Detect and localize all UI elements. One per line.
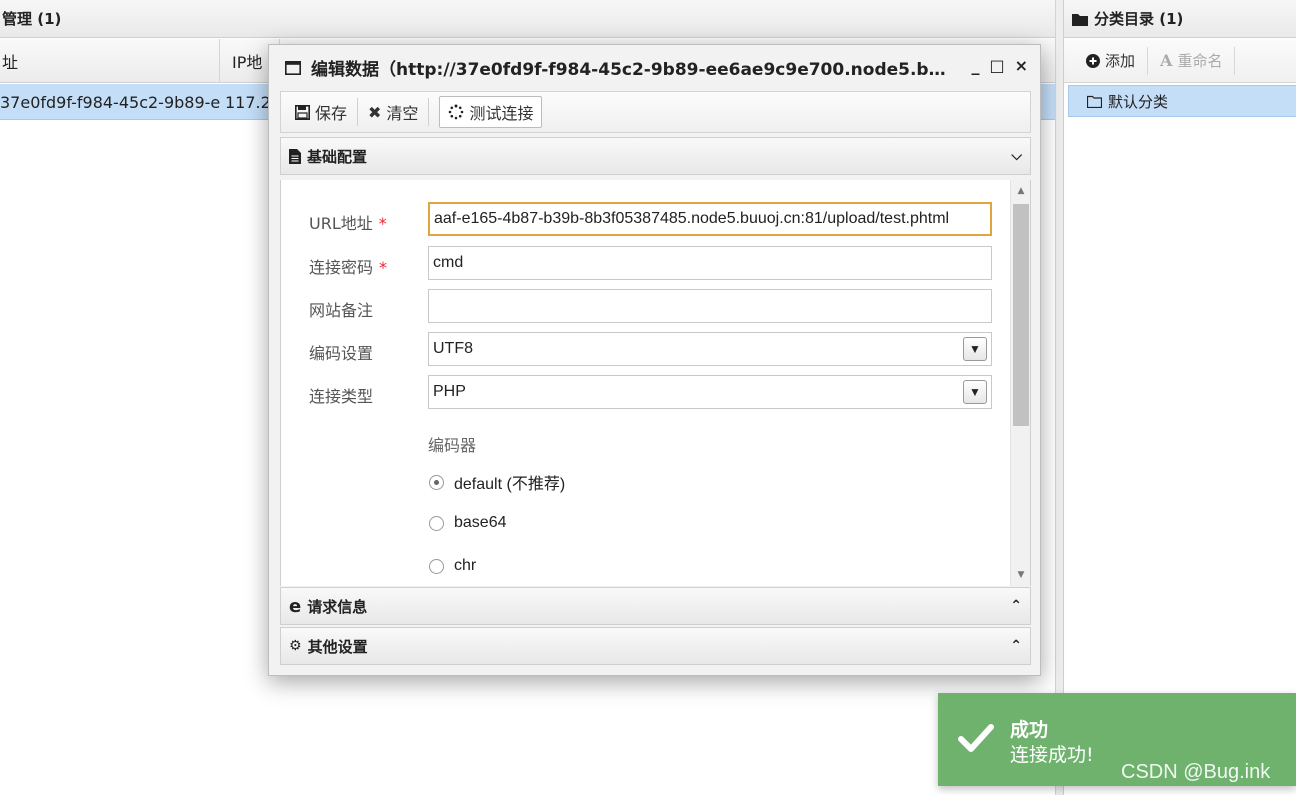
form-scrollbar[interactable]: ▲ ▼: [1010, 180, 1030, 586]
chevron-up-icon: ⌃: [1010, 598, 1022, 614]
category-toolbar: 添加 A 重命名: [1064, 39, 1296, 83]
password-label: 连接密码 *: [309, 254, 387, 278]
section-basic-label: 基础配置: [307, 147, 368, 166]
category-item-default[interactable]: 默认分类: [1068, 85, 1296, 117]
type-select[interactable]: PHP ▼: [428, 375, 992, 409]
section-basic-config[interactable]: 基础配置 ⌵: [280, 137, 1031, 175]
toast-title: 成功: [1010, 719, 1049, 741]
test-connection-label: 测试连接: [469, 104, 534, 123]
panel-splitter[interactable]: [1055, 0, 1063, 795]
note-label: 网站备注: [309, 301, 374, 320]
save-label: 保存: [315, 104, 348, 123]
column-url-label: 址: [2, 53, 19, 72]
dialog-title: 编辑数据（http://37e0fd9f-f984-45c2-9b89-ee6a…: [311, 60, 951, 80]
plus-circle-icon: [1086, 53, 1100, 68]
scroll-up-icon[interactable]: ▲: [1011, 182, 1030, 200]
encoder-option-chr[interactable]: chr: [429, 557, 476, 575]
category-item-label: 默认分类: [1108, 92, 1169, 111]
chevron-down-icon: ▼: [963, 337, 987, 361]
close-x-icon: ✖: [368, 102, 382, 122]
required-mark: *: [379, 258, 388, 277]
save-icon: [295, 104, 310, 120]
data-manager-title: 管理 (1): [2, 10, 62, 28]
check-icon: [958, 724, 994, 752]
required-mark: *: [378, 214, 387, 233]
rename-category-label: 重命名: [1177, 52, 1223, 70]
toolbar-divider: [428, 98, 430, 126]
note-input[interactable]: [428, 289, 992, 323]
toolbar-divider: [1147, 46, 1149, 75]
folder-outline-icon: [1087, 95, 1102, 108]
radio-checked-icon: [429, 474, 444, 490]
clear-button[interactable]: ✖ 清空: [368, 96, 428, 128]
encoding-label: 编码设置: [309, 344, 374, 363]
dialog-titlebar[interactable]: 编辑数据（http://37e0fd9f-f984-45c2-9b89-ee6a…: [269, 45, 1040, 90]
ie-icon: e: [289, 595, 302, 617]
password-label-text: 连接密码: [309, 258, 374, 277]
type-label: 连接类型: [309, 387, 374, 406]
scroll-down-icon[interactable]: ▼: [1011, 566, 1030, 584]
add-category-button[interactable]: 添加: [1086, 46, 1147, 76]
gears-icon: ⚙: [289, 638, 302, 654]
url-label-text: URL地址: [309, 214, 373, 233]
spinner-icon: [449, 104, 464, 120]
password-input[interactable]: cmd: [428, 246, 992, 280]
section-request-label: 请求信息: [307, 597, 368, 616]
test-connection-button[interactable]: 测试连接: [439, 96, 543, 128]
row-url-cell: 37e0fd9f-f984-45c2-9b89-e: [0, 92, 221, 112]
type-value: PHP: [433, 383, 466, 400]
toast-message: 连接成功!: [1010, 744, 1094, 766]
radio-icon: [429, 515, 444, 531]
encoder-option-label: chr: [454, 557, 477, 574]
data-manager-header: 管理 (1): [0, 0, 1055, 38]
folder-icon: [1072, 13, 1088, 26]
encoder-option-label: base64: [454, 514, 507, 531]
chevron-down-icon: ▼: [963, 380, 987, 404]
font-icon: A: [1160, 51, 1173, 70]
chevron-down-icon: ⌵: [1011, 148, 1022, 164]
window-icon: [285, 60, 301, 75]
minimize-button[interactable]: _: [971, 56, 979, 75]
radio-icon: [429, 558, 444, 574]
clear-label: 清空: [386, 104, 419, 123]
file-text-icon: [289, 148, 301, 164]
section-request-info[interactable]: e 请求信息 ⌃: [280, 587, 1031, 625]
scroll-thumb[interactable]: [1013, 204, 1029, 426]
encoder-option-base64[interactable]: base64: [429, 514, 507, 532]
save-button[interactable]: 保存: [295, 96, 357, 128]
category-panel: 分类目录 (1) 添加 A 重命名 默认分类: [1063, 0, 1296, 795]
section-other-label: 其他设置: [307, 637, 368, 656]
category-header: 分类目录 (1): [1064, 0, 1296, 38]
url-label: URL地址 *: [309, 210, 387, 234]
close-button[interactable]: ×: [1015, 56, 1028, 75]
dialog-toolbar: 保存 ✖ 清空 测试连接: [280, 91, 1031, 133]
toolbar-divider: [357, 98, 359, 126]
encoding-select[interactable]: UTF8 ▼: [428, 332, 992, 366]
section-other-settings[interactable]: ⚙ 其他设置 ⌃: [280, 627, 1031, 665]
rename-category-button[interactable]: A 重命名: [1160, 46, 1234, 76]
row-ip-cell: 117.2: [225, 92, 271, 112]
add-category-label: 添加: [1105, 52, 1136, 70]
watermark: CSDN @Bug.ink: [1121, 761, 1271, 783]
encoder-label: 编码器: [428, 436, 477, 455]
encoder-option-default[interactable]: default (不推荐): [429, 470, 565, 494]
encoder-option-label: default (不推荐): [454, 476, 566, 493]
column-ip-label: IP地: [232, 53, 263, 72]
column-url[interactable]: 址: [0, 39, 220, 83]
edit-data-dialog: 编辑数据（http://37e0fd9f-f984-45c2-9b89-ee6a…: [268, 44, 1041, 676]
url-input[interactable]: aaf-e165-4b87-b39b-8b3f05387485.node5.bu…: [428, 202, 992, 236]
chevron-up-icon: ⌃: [1010, 638, 1022, 654]
encoding-value: UTF8: [433, 340, 473, 357]
category-title: 分类目录 (1): [1094, 10, 1184, 28]
toolbar-divider: [1234, 46, 1236, 75]
basic-config-form: URL地址 * aaf-e165-4b87-b39b-8b3f05387485.n…: [280, 180, 1031, 586]
maximize-button[interactable]: □: [989, 56, 1004, 75]
window-controls: _ □ ×: [971, 56, 1028, 75]
